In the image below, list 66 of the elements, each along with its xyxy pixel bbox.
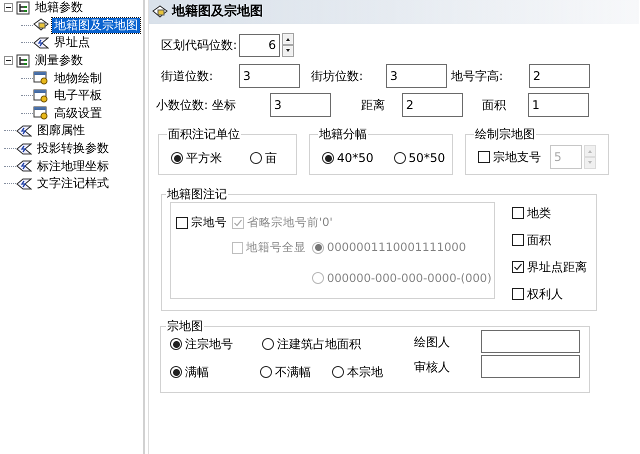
tool-window-icon bbox=[33, 71, 49, 86]
page-arrow-icon bbox=[33, 36, 49, 50]
radio-button[interactable]: 50*50 bbox=[394, 149, 446, 167]
field-label: 街道位数: bbox=[161, 68, 214, 85]
checkbox[interactable]: 面积 bbox=[512, 231, 587, 249]
page-arrow-icon bbox=[16, 159, 32, 174]
collapse-icon[interactable] bbox=[4, 56, 13, 66]
checkbox[interactable]: 界址点距离 bbox=[512, 258, 587, 276]
input-field[interactable] bbox=[481, 330, 580, 353]
group-title: 绘制宗地图 bbox=[474, 127, 536, 141]
radio-button[interactable]: 40*50 bbox=[322, 149, 374, 167]
collapse-icon[interactable] bbox=[4, 3, 13, 12]
checkbox[interactable]: 地类 bbox=[512, 204, 587, 222]
tree-item[interactable]: 文字注记样式 bbox=[35, 176, 111, 192]
panel-title: 地籍图及宗地图 bbox=[172, 2, 263, 22]
group-title: 面积注记单位 bbox=[167, 127, 241, 141]
radio-button[interactable]: 注建筑占地面积 bbox=[262, 335, 361, 353]
tree-item[interactable]: 电子平板 bbox=[52, 88, 104, 104]
input-field[interactable] bbox=[481, 355, 580, 378]
map-icon bbox=[152, 5, 168, 19]
radio-button[interactable]: 本宗地 bbox=[332, 363, 404, 381]
field-label: 地号字高: bbox=[451, 68, 504, 85]
input-field[interactable]: 2 bbox=[402, 93, 463, 117]
field-label: 绘图人 bbox=[414, 334, 451, 350]
checkbox[interactable]: 宗地号 bbox=[176, 214, 232, 232]
tool-window-icon bbox=[33, 106, 49, 120]
check-icon bbox=[513, 262, 523, 272]
radio-button[interactable]: 满幅 bbox=[170, 363, 260, 381]
tree-item[interactable]: 测量参数 bbox=[33, 53, 85, 68]
radio-button[interactable]: 平方米 bbox=[171, 149, 222, 167]
spin-up-button[interactable] bbox=[282, 33, 294, 45]
field-label: 街坊位数: bbox=[311, 68, 364, 85]
tree-item[interactable]: 标注地理坐标 bbox=[35, 158, 111, 174]
radio-button[interactable]: 亩 bbox=[250, 149, 277, 167]
checkbox[interactable]: 权利人 bbox=[512, 285, 587, 303]
group-title: 宗地图 bbox=[166, 319, 204, 333]
field-label: 审核人 bbox=[414, 358, 451, 376]
page-arrow-icon bbox=[16, 142, 32, 156]
tree-item[interactable]: 高级设置 bbox=[52, 106, 104, 121]
tree-item[interactable]: 地籍参数 bbox=[33, 0, 85, 16]
tree-item[interactable]: 界址点 bbox=[52, 35, 92, 50]
spin-down-button[interactable] bbox=[282, 45, 294, 57]
group-title: 地籍图注记 bbox=[166, 187, 228, 201]
map-icon bbox=[33, 18, 49, 32]
field-label: 区划代码位数: bbox=[161, 37, 238, 54]
input-field[interactable]: 2 bbox=[529, 64, 590, 88]
tool-window-icon bbox=[33, 88, 49, 103]
input-field[interactable]: 3 bbox=[386, 64, 447, 88]
input-field[interactable]: 3 bbox=[239, 64, 300, 88]
field-label: 距离 bbox=[361, 97, 386, 114]
field-label: 小数位数: 坐标 bbox=[156, 97, 237, 114]
input-field[interactable]: 1 bbox=[528, 93, 589, 117]
tree-item[interactable]: 地籍图及宗地图 bbox=[52, 18, 140, 33]
radio-button[interactable]: 不满幅 bbox=[260, 363, 332, 381]
input-field[interactable]: 3 bbox=[270, 93, 331, 117]
page-arrow-icon bbox=[16, 176, 32, 191]
tree-item[interactable]: 投影转换参数 bbox=[35, 141, 111, 156]
radio-button[interactable]: 注宗地号 bbox=[170, 335, 233, 353]
tree-item[interactable]: 图廓属性 bbox=[35, 123, 87, 138]
input-field[interactable]: 6 bbox=[239, 34, 280, 56]
page-arrow-icon bbox=[16, 124, 32, 138]
group-title: 地籍分幅 bbox=[318, 127, 368, 141]
check-icon bbox=[233, 218, 243, 228]
tree-folder-icon bbox=[16, 54, 30, 68]
tree-item[interactable]: 地物绘制 bbox=[52, 70, 104, 86]
field-label: 面积 bbox=[482, 97, 507, 114]
